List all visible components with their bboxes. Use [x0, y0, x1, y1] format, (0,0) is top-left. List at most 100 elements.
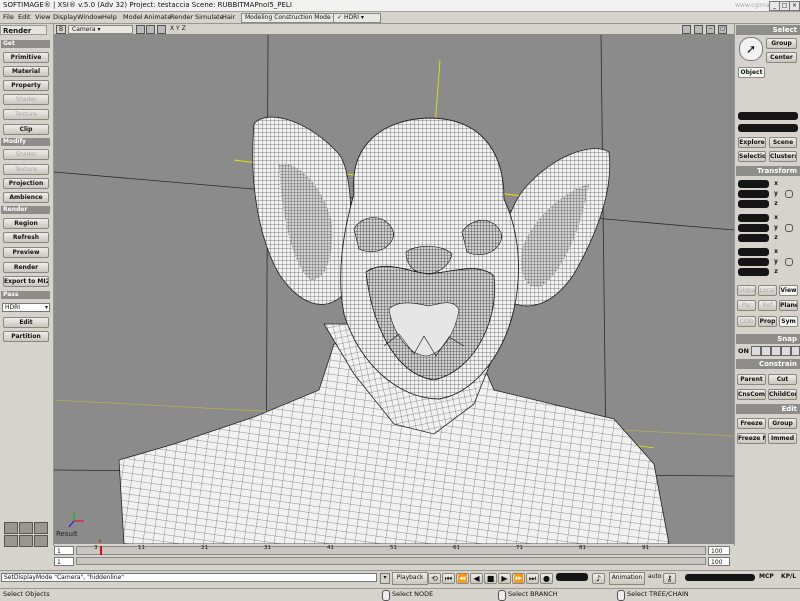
timeline-start-top[interactable]: 1 [54, 546, 74, 555]
menu-hair[interactable]: Hair [222, 13, 235, 21]
export-to-mi2-button[interactable]: Export to MI2 [3, 276, 49, 287]
stop-icon[interactable]: ■ [484, 573, 497, 584]
play-backward-icon[interactable]: ◀ [470, 573, 483, 584]
pass-field[interactable]: HDRI ▾ [2, 303, 50, 312]
shader-get-button[interactable]: Shader [3, 94, 49, 105]
translate-y-field[interactable] [738, 258, 769, 266]
menu-view[interactable]: View [35, 13, 50, 21]
local-button[interactable]: Local [758, 285, 777, 296]
ambience-button[interactable]: Ambience [3, 192, 49, 203]
record-icon[interactable]: ● [540, 573, 553, 584]
childcomp-button[interactable]: ChildComp [768, 389, 797, 400]
key-value-field[interactable] [685, 574, 755, 581]
translate-icon[interactable] [785, 258, 793, 266]
snap-more-icon[interactable] [791, 346, 800, 356]
menu-animate[interactable]: Animate [144, 13, 171, 21]
construction-mode-dropdown[interactable]: Modeling Construction Mode ▾ [241, 13, 336, 23]
snap-grid-icon[interactable] [751, 346, 761, 356]
viewport-tag-icon[interactable] [694, 25, 703, 34]
camera-icon[interactable] [136, 25, 145, 34]
viewport-scene[interactable] [54, 24, 734, 544]
timeline[interactable]: 1 1 100 100 3 11 21 31 41 51 61 71 81 91… [54, 539, 734, 566]
scale-z-field[interactable] [738, 200, 769, 208]
layout-three-icon[interactable] [34, 535, 48, 547]
clusters-button[interactable]: Clusters [769, 151, 797, 162]
sound-icon[interactable]: ♪ [592, 573, 605, 584]
render-button[interactable]: Render [3, 262, 49, 273]
scale-y-field[interactable] [738, 190, 769, 198]
snap-section[interactable]: Snap [736, 334, 800, 344]
current-frame-field[interactable] [556, 573, 588, 581]
menu-render[interactable]: Render [170, 13, 193, 21]
menu-edit[interactable]: Edit [18, 13, 31, 21]
constrain-section[interactable]: Constrain [736, 359, 800, 369]
menu-window[interactable]: Window [77, 13, 103, 21]
global-button[interactable]: Global [737, 285, 756, 296]
rotate-y-field[interactable] [738, 224, 769, 232]
menu-file[interactable]: File [3, 13, 14, 21]
playback-menu-button[interactable]: Playback [392, 572, 428, 585]
shader-modify-button[interactable]: Shader [3, 149, 49, 160]
section-modify[interactable]: Modify [1, 138, 50, 146]
pass-edit-button[interactable]: Edit [3, 317, 49, 328]
property-button[interactable]: Property [3, 80, 49, 91]
viewport-minimize-icon[interactable]: − [706, 25, 715, 34]
timeline-playhead[interactable] [100, 546, 102, 555]
sym-button[interactable]: Sym [779, 316, 798, 327]
rewind-icon[interactable]: ⏮ [442, 573, 455, 584]
auto-key-label[interactable]: auto [648, 573, 662, 580]
translate-x-field[interactable] [738, 248, 769, 256]
select-section[interactable]: Select [736, 25, 800, 35]
layout-single-icon[interactable] [4, 535, 18, 547]
viewport-maximize-icon[interactable]: □ [718, 25, 727, 34]
timeline-range-slider[interactable] [76, 557, 706, 565]
edit-section[interactable]: Edit [736, 404, 800, 414]
section-pass[interactable]: Pass [1, 291, 50, 299]
selection-field[interactable] [738, 112, 798, 120]
par-button[interactable]: Par [737, 300, 756, 311]
menu-display[interactable]: Display [53, 13, 77, 21]
scale-icon[interactable] [785, 190, 793, 198]
group-edit-button[interactable]: Group [768, 418, 797, 429]
layout-horizontal-icon[interactable] [19, 522, 33, 534]
rotate-z-field[interactable] [738, 234, 769, 242]
layout-quad-icon[interactable] [4, 522, 18, 534]
center-select-button[interactable]: Center [766, 52, 797, 63]
lock-icon[interactable] [146, 25, 155, 34]
fast-forward-icon[interactable]: ⏭ [526, 573, 539, 584]
explore-button[interactable]: Explore [738, 137, 766, 148]
kps-label[interactable]: KP/L [781, 573, 796, 580]
snap-surface-icon[interactable] [781, 346, 791, 356]
module-switcher[interactable]: Render [0, 25, 47, 35]
timeline-end-top[interactable]: 100 [708, 546, 730, 555]
timeline-end-bottom[interactable]: 100 [708, 557, 730, 566]
selection-field-2[interactable] [738, 124, 798, 132]
prop-button[interactable]: Prop [758, 316, 777, 327]
section-get[interactable]: Get [1, 40, 50, 48]
texture-modify-button[interactable]: Texture [3, 164, 49, 175]
texture-get-button[interactable]: Texture [3, 109, 49, 120]
projection-button[interactable]: Projection [3, 178, 49, 189]
menu-model[interactable]: Model [123, 13, 143, 21]
partition-button[interactable]: Partition [3, 331, 49, 342]
window-close-icon[interactable]: × [789, 1, 800, 11]
viewport-toggle-icon[interactable] [682, 25, 691, 34]
key-icon[interactable]: ⚷ [663, 573, 676, 584]
preview-button[interactable]: Preview [3, 247, 49, 258]
menu-help[interactable]: Help [102, 13, 117, 21]
next-key-icon[interactable]: ⏩ [512, 573, 525, 584]
translate-z-field[interactable] [738, 268, 769, 276]
cog-button[interactable]: COG [737, 316, 756, 327]
clip-button[interactable]: Clip [3, 124, 49, 135]
select-arrow-icon[interactable]: ➚ [739, 37, 763, 61]
cnscomp-button[interactable]: CnsComp [737, 389, 766, 400]
snap-on-label[interactable]: ON [738, 347, 749, 355]
selection-button[interactable]: Selection [738, 151, 766, 162]
command-history-icon[interactable]: ▾ [380, 573, 390, 584]
plane-button[interactable]: Plane [779, 300, 798, 311]
timeline-start-bottom[interactable]: 1 [54, 557, 74, 566]
parent-button[interactable]: Parent [737, 374, 766, 385]
layout-vertical-icon[interactable] [34, 522, 48, 534]
primitive-button[interactable]: Primitive [3, 52, 49, 63]
eye-icon[interactable] [157, 25, 166, 34]
